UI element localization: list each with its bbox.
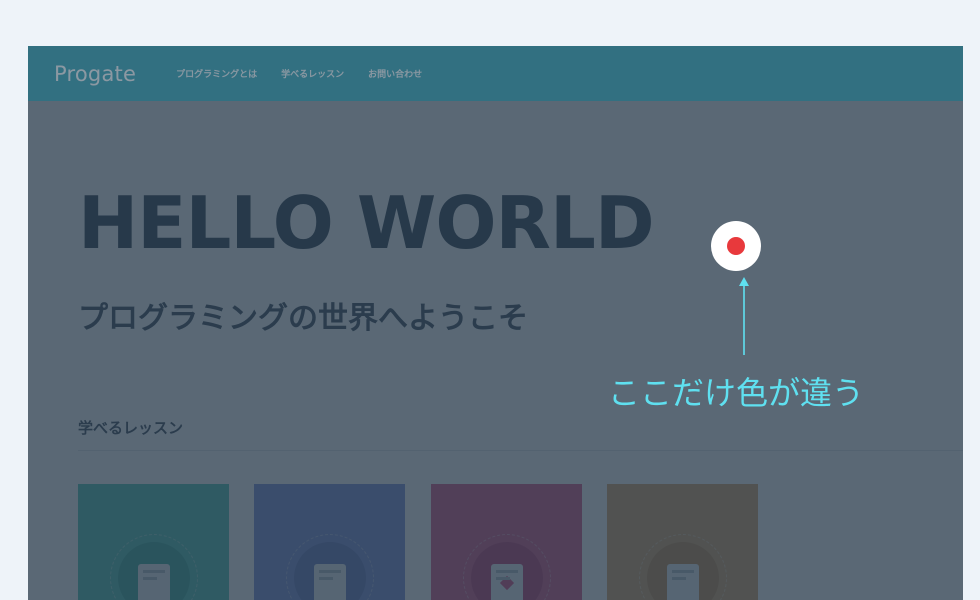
browser-icon	[138, 564, 170, 600]
device-icon	[314, 564, 346, 600]
logo[interactable]: Progate	[54, 62, 136, 86]
highlight-spot	[711, 221, 761, 271]
section-title: 学べるレッスン	[78, 419, 184, 437]
lesson-card-1[interactable]	[78, 484, 229, 600]
navbar: Progate プログラミングとは 学べるレッスン お問い合わせ	[28, 46, 963, 101]
section-divider	[78, 450, 963, 451]
annotation-label: ここだけ色が違う	[608, 374, 865, 412]
main-content: HELLO WORLD プログラミングの世界へようこそ 学べるレッスン	[28, 101, 963, 600]
arrow-up-icon	[739, 277, 749, 355]
gem-shape	[499, 575, 515, 591]
page-screenshot: Progate プログラミングとは 学べるレッスン お問い合わせ HELLO W…	[28, 46, 963, 600]
nav-links: プログラミングとは 学べるレッスン お問い合わせ	[176, 67, 422, 80]
nav-link-contact[interactable]: お問い合わせ	[368, 67, 422, 80]
lesson-card-2[interactable]	[254, 484, 405, 600]
ruby-icon	[491, 564, 523, 600]
hero-title: HELLO WORLD	[78, 181, 655, 265]
lesson-card-3[interactable]	[431, 484, 582, 600]
red-dot-icon	[727, 237, 745, 255]
hero-subtitle: プログラミングの世界へようこそ	[78, 301, 528, 336]
device-icon	[667, 564, 699, 600]
nav-link-about[interactable]: プログラミングとは	[176, 67, 257, 80]
lesson-card-4[interactable]	[607, 484, 758, 600]
nav-link-lessons[interactable]: 学べるレッスン	[281, 67, 344, 80]
